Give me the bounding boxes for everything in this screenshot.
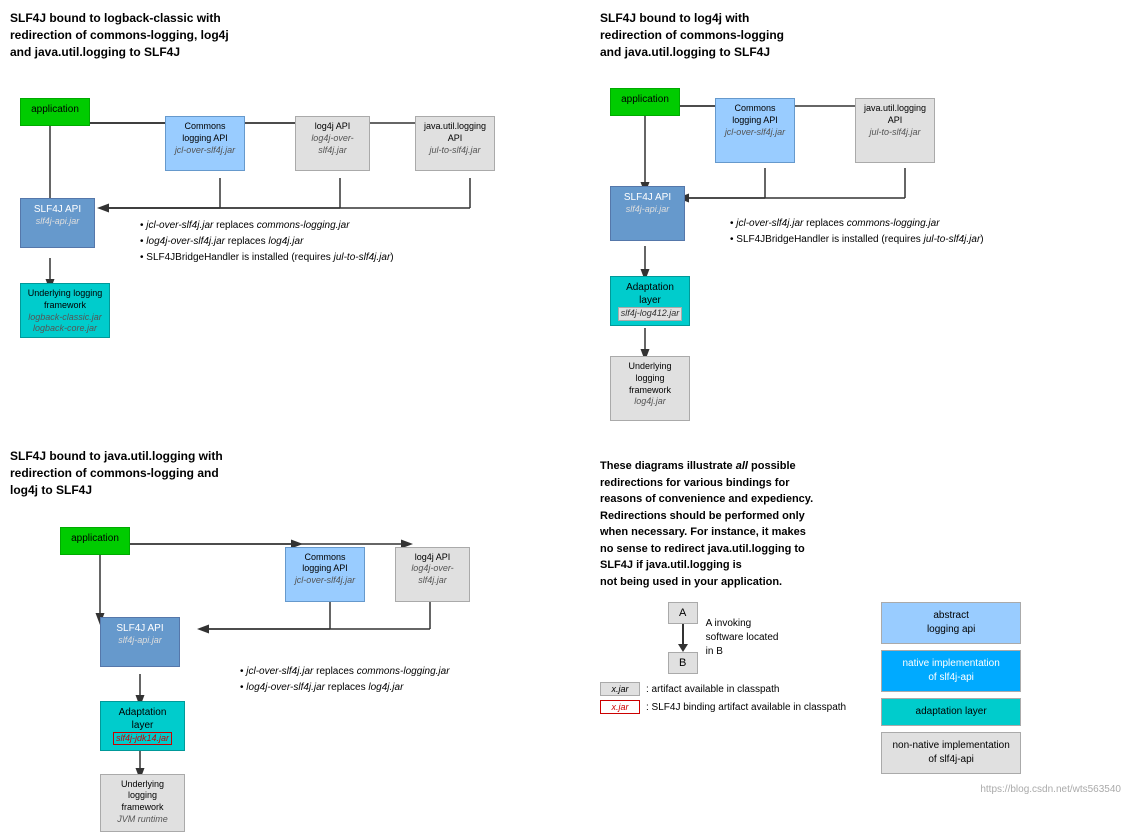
d3-bullets: • jcl-over-slf4j.jar replaces commons-lo… — [730, 216, 984, 248]
d2-adaptation-box: Adaptation layer slf4j-jdk14.jar — [100, 701, 185, 751]
d1-slf4j-box: SLF4J API slf4j-api.jar — [20, 198, 95, 248]
left-panel: SLF4J bound to logback-classic with redi… — [10, 10, 590, 790]
d3-adaptation-box: Adaptation layer slf4j-log412.jar — [610, 276, 690, 326]
d1-log4j-box: log4j API log4j-over-slf4j.jar — [295, 116, 370, 171]
diagram3: application Commonslogging API jcl-over-… — [600, 68, 1080, 448]
legend-native: native implementationof slf4j-api — [881, 650, 1021, 692]
invoke-arrow — [678, 644, 688, 652]
d2-title: SLF4J bound to java.util.logging with re… — [10, 448, 590, 498]
invoke-a: A — [668, 602, 698, 624]
d3-jul-box: java.util.loggingAPI jul-to-slf4j.jar — [855, 98, 935, 163]
d1-title: SLF4J bound to logback-classic with redi… — [10, 10, 590, 60]
right-panel: SLF4J bound to log4j with redirection of… — [600, 10, 1121, 790]
invoke-text: A invokingsoftware locatedin B — [706, 617, 779, 659]
d1-app-box: application — [20, 98, 90, 126]
d2-slf4j-box: SLF4J API slf4j-api.jar — [100, 617, 180, 667]
jar-gray-label: x.jar — [600, 682, 640, 696]
d1-underlying-box: Underlying loggingframework logback-clas… — [20, 283, 110, 338]
invoke-b: B — [668, 652, 698, 674]
d2-bullets: • jcl-over-slf4j.jar replaces commons-lo… — [240, 664, 450, 696]
d1-commons-box: Commonslogging API jcl-over-slf4j.jar — [165, 116, 245, 171]
d1-jul-box: java.util.loggingAPI jul-to-slf4j.jar — [415, 116, 495, 171]
jar-red-label: x.jar — [600, 700, 640, 714]
jar-legend-gray: x.jar : artifact available in classpath … — [600, 682, 846, 718]
diagram1: application Commonslogging API jcl-over-… — [10, 68, 570, 428]
d3-underlying-box: Underlyingloggingframework log4j.jar — [610, 356, 690, 421]
jar-gray-text: : artifact available in classpath — [646, 684, 779, 695]
d3-app-box: application — [610, 88, 680, 116]
d3-title: SLF4J bound to log4j with redirection of… — [600, 10, 1121, 60]
legend-adaptation: adaptation layer — [881, 698, 1021, 726]
d2-commons-box: Commonslogging API jcl-over-slf4j.jar — [285, 547, 365, 602]
legend-nonnative: non-native implementationof slf4j-api — [881, 732, 1021, 774]
legend-abstract: abstractlogging api — [881, 602, 1021, 644]
main-container: SLF4J bound to logback-classic with redi… — [0, 0, 1131, 800]
description-text: These diagrams illustrate all possible r… — [600, 458, 1060, 590]
d2-log4j-box: log4j API log4j-over-slf4j.jar — [395, 547, 470, 602]
jar-legend-red: x.jar : SLF4J binding artifact available… — [600, 700, 846, 714]
diagram2: application Commonslogging API jcl-over-… — [10, 509, 570, 829]
d3-commons-box: Commonslogging API jcl-over-slf4j.jar — [715, 98, 795, 163]
d1-bullets: • jcl-over-slf4j.jar replaces commons-lo… — [140, 218, 394, 266]
watermark: https://blog.csdn.net/wts563540 — [980, 784, 1121, 795]
d2-app-box: application — [60, 527, 130, 555]
bottom-legend: A B A invokingsoftware locatedin B — [600, 602, 1121, 774]
jar-red-text: : SLF4J binding artifact available in cl… — [646, 702, 846, 713]
color-legend: abstractlogging api native implementatio… — [881, 602, 1021, 774]
d2-underlying-box: Underlyingloggingframework JVM runtime — [100, 774, 185, 832]
invoke-diagram: A B A invokingsoftware locatedin B — [600, 602, 846, 718]
d3-slf4j-box: SLF4J API slf4j-api.jar — [610, 186, 685, 241]
